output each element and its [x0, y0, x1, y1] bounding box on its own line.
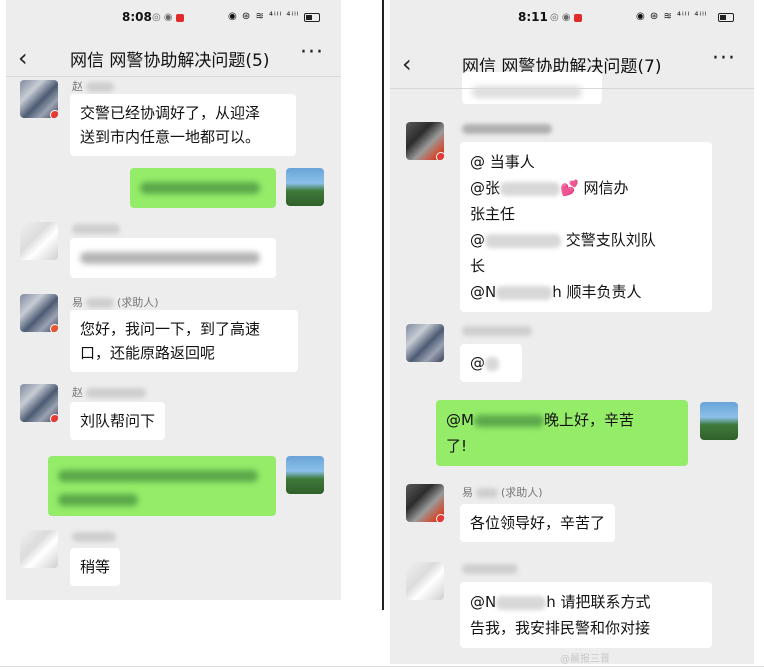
battery-icon: [718, 13, 734, 22]
message-bubble[interactable]: 刘队帮问下: [70, 402, 166, 440]
watermark: @晨报三晋: [560, 654, 610, 665]
battery-icon: [304, 13, 320, 22]
left-chat-screenshot: 8:08 ◎ ◉ ◉ ⊛ ≋ ⁴ⁱˡˡ ⁴ⁱˡˡ ‹ 网信 网警协助解决问题(5…: [6, 0, 341, 600]
back-chevron-icon[interactable]: ‹: [18, 44, 28, 72]
status-right-icons: ◉ ⊛ ≋ ⁴ⁱˡˡ ⁴ⁱˡˡ: [636, 11, 708, 22]
avatar[interactable]: [20, 80, 58, 118]
avatar[interactable]: [20, 384, 58, 422]
own-message-bubble[interactable]: [130, 168, 276, 208]
sender-name: 易 (求助人): [462, 486, 543, 499]
avatar[interactable]: [20, 294, 58, 332]
own-avatar[interactable]: [286, 168, 324, 206]
message-bubble[interactable]: 交警已经协调好了，从迎泽 送到市内任意一地都可以。: [70, 94, 296, 156]
bottom-rule: [0, 666, 764, 667]
sender-name: [72, 530, 116, 543]
right-chat-screenshot: 8:11 ◎ ◉ ◉ ⊛ ≋ ⁴ⁱˡˡ ⁴ⁱˡˡ ‹ 网信 网警协助解决问题(7…: [390, 0, 754, 664]
message-bubble[interactable]: @: [460, 344, 522, 382]
back-chevron-icon[interactable]: ‹: [402, 50, 412, 78]
avatar[interactable]: [406, 324, 444, 362]
own-avatar[interactable]: [700, 402, 738, 440]
message-bubble[interactable]: [70, 238, 276, 278]
message-bubble[interactable]: 您好，我问一下，到了高速 口，还能原路返回呢: [70, 310, 298, 372]
message-bubble[interactable]: @ 当事人 @张 💕 网信办 张主任 @ 交警支队刘队 长 @N h 顺丰负责人: [460, 142, 712, 312]
own-message-bubble[interactable]: @M 晚上好，辛苦 了!: [436, 400, 688, 466]
sender-name: [72, 222, 120, 235]
avatar[interactable]: [20, 222, 58, 260]
message-bubble[interactable]: 稍等: [70, 548, 121, 586]
avatar[interactable]: [406, 122, 444, 160]
more-icon[interactable]: ···: [712, 46, 736, 71]
sender-name: [462, 122, 552, 135]
avatar[interactable]: [406, 484, 444, 522]
sender-name: [462, 562, 518, 575]
status-bar: 8:11 ◎ ◉ ◉ ⊛ ≋ ⁴ⁱˡˡ ⁴ⁱˡˡ: [390, 10, 754, 32]
status-right-icons: ◉ ⊛ ≋ ⁴ⁱˡˡ ⁴ⁱˡˡ: [228, 11, 300, 22]
more-icon[interactable]: ···: [300, 40, 324, 65]
status-icons: ◎ ◉: [550, 12, 571, 23]
own-message-bubble[interactable]: [48, 456, 276, 516]
status-time: 8:08: [122, 10, 152, 24]
own-avatar[interactable]: [286, 456, 324, 494]
message-bubble[interactable]: 各位领导好，辛苦了: [460, 504, 616, 542]
sender-name: [462, 324, 532, 337]
status-icons: ◎ ◉: [152, 12, 173, 23]
heart-icon: 💕: [560, 179, 579, 197]
status-time: 8:11: [518, 10, 548, 24]
sender-name: 赵: [72, 384, 146, 400]
chat-title: 网信 网警协助解决问题(5): [70, 51, 270, 71]
notification-badge-icon: [574, 14, 582, 22]
sender-name: 赵: [72, 78, 114, 94]
status-bar: 8:08 ◎ ◉ ◉ ⊛ ≋ ⁴ⁱˡˡ ⁴ⁱˡˡ: [6, 10, 341, 32]
avatar[interactable]: [406, 562, 444, 600]
notification-badge-icon: [176, 14, 184, 22]
chat-header: ‹ 网信 网警协助解决问题(5) ···: [6, 38, 341, 78]
message-bubble[interactable]: @N h 请把联系方式 告我，我安排民警和你对接: [460, 582, 712, 648]
avatar[interactable]: [20, 530, 58, 568]
separator: [382, 0, 384, 610]
sender-name: 易 (求助人): [72, 296, 159, 309]
